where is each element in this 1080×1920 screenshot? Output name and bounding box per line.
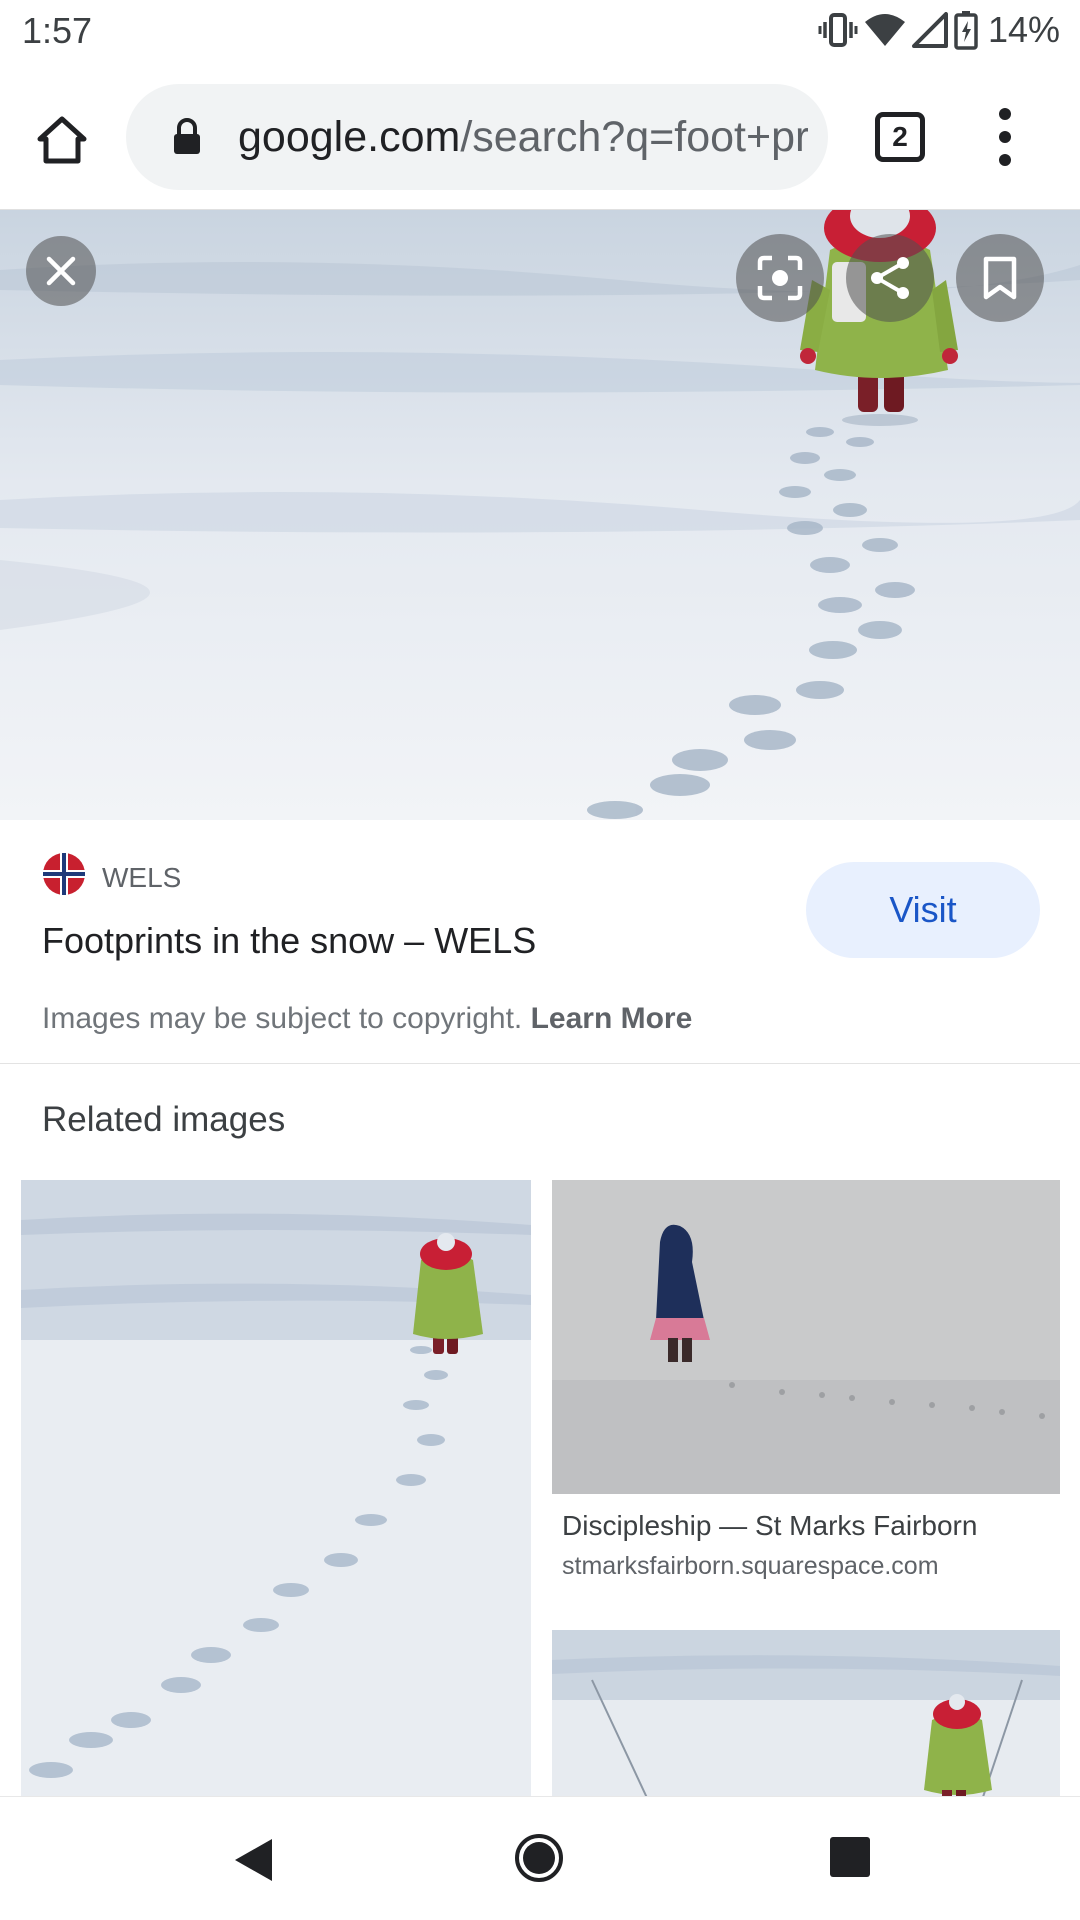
image-info-panel: WELS Footprints in the snow – WELS Visit… xyxy=(0,820,1080,1064)
tab-switcher-button[interactable]: 2 xyxy=(875,112,925,162)
home-circle-icon[interactable] xyxy=(514,1833,564,1888)
related-image-1[interactable] xyxy=(21,1180,531,1800)
status-bar: 1:57 14% xyxy=(0,0,1080,62)
related-item-title[interactable]: Discipleship — St Marks Fairborn xyxy=(562,1510,977,1542)
lens-button[interactable] xyxy=(736,234,824,322)
visit-button[interactable]: Visit xyxy=(806,862,1040,958)
battery-percent: 14% xyxy=(987,9,1060,50)
copyright-notice: Images may be subject to copyright. Lear… xyxy=(42,1002,692,1036)
copyright-text: Images may be subject to copyright. xyxy=(42,1002,523,1035)
result-title[interactable]: Footprints in the snow – WELS xyxy=(42,920,536,962)
status-icons: 14% xyxy=(818,8,1060,52)
share-button[interactable] xyxy=(846,234,934,322)
lock-icon xyxy=(172,118,202,161)
battery-charging-icon xyxy=(954,10,978,50)
site-favicon-icon xyxy=(42,852,86,896)
system-nav-bar xyxy=(0,1796,1080,1920)
home-icon xyxy=(37,116,87,164)
url-text[interactable]: google.com/search?q=foot+pr xyxy=(238,110,808,164)
preview-image[interactable] xyxy=(0,210,1080,820)
signal-icon xyxy=(911,12,948,48)
back-icon[interactable] xyxy=(232,1837,276,1888)
lens-icon xyxy=(757,255,803,301)
tab-count: 2 xyxy=(892,121,908,152)
vibrate-icon xyxy=(818,12,858,48)
wifi-icon xyxy=(864,12,906,48)
bookmark-icon xyxy=(983,256,1017,300)
close-icon xyxy=(46,256,76,286)
related-item-site: stmarksfairborn.squarespace.com xyxy=(562,1552,939,1580)
related-images-heading: Related images xyxy=(42,1100,286,1139)
more-vert-icon[interactable] xyxy=(985,102,1025,172)
source-name[interactable]: WELS xyxy=(102,862,181,894)
browser-toolbar: google.com/search?q=foot+pr 2 xyxy=(0,62,1080,210)
recents-icon[interactable] xyxy=(830,1837,870,1877)
address-bar[interactable]: google.com/search?q=foot+pr xyxy=(126,84,828,190)
close-button[interactable] xyxy=(26,236,96,306)
related-image-2[interactable] xyxy=(552,1180,1060,1494)
url-host: google.com xyxy=(238,113,461,161)
home-button[interactable] xyxy=(30,108,94,172)
save-button[interactable] xyxy=(956,234,1044,322)
share-icon xyxy=(871,257,909,299)
learn-more-link[interactable]: Learn More xyxy=(531,1002,693,1035)
url-path: /search?q=foot+pr xyxy=(460,113,808,161)
status-time: 1:57 xyxy=(22,10,93,51)
